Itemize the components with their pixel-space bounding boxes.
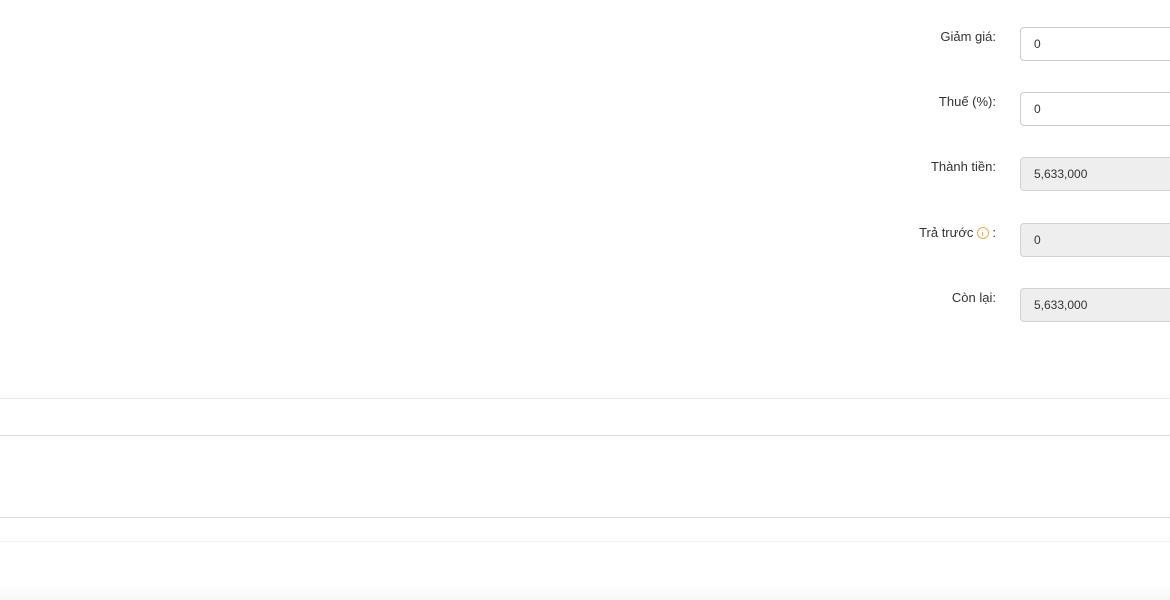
prepaid-field bbox=[1020, 223, 1170, 257]
total-row: Thành tiền: bbox=[0, 157, 1170, 191]
discount-row: Giảm giá: bbox=[0, 27, 1170, 61]
remaining-label: Còn lại: bbox=[951, 290, 996, 305]
divider bbox=[0, 435, 1170, 436]
tax-input[interactable] bbox=[1020, 92, 1170, 126]
discount-label: Giảm giá: bbox=[940, 29, 996, 44]
prepaid-label-text: Trả trước bbox=[919, 225, 974, 240]
divider bbox=[0, 541, 1170, 542]
prepaid-label: Trả trước : bbox=[919, 223, 996, 243]
info-icon[interactable] bbox=[977, 227, 990, 239]
remaining-field bbox=[1020, 288, 1170, 322]
tax-label: Thuế (%): bbox=[938, 94, 996, 109]
tax-row: Thuế (%): bbox=[0, 92, 1170, 126]
invoice-summary-page: Giảm giá: Thuế (%): Thành tiền: Trả trướ… bbox=[0, 0, 1170, 600]
remaining-row: Còn lại: bbox=[0, 288, 1170, 322]
footer-shadow bbox=[0, 586, 1170, 600]
divider bbox=[0, 517, 1170, 518]
prepaid-label-colon: : bbox=[992, 225, 996, 240]
total-field bbox=[1020, 157, 1170, 191]
discount-input[interactable] bbox=[1020, 27, 1170, 61]
total-label: Thành tiền: bbox=[930, 159, 996, 174]
prepaid-row: Trả trước : bbox=[0, 223, 1170, 257]
divider bbox=[0, 398, 1170, 399]
